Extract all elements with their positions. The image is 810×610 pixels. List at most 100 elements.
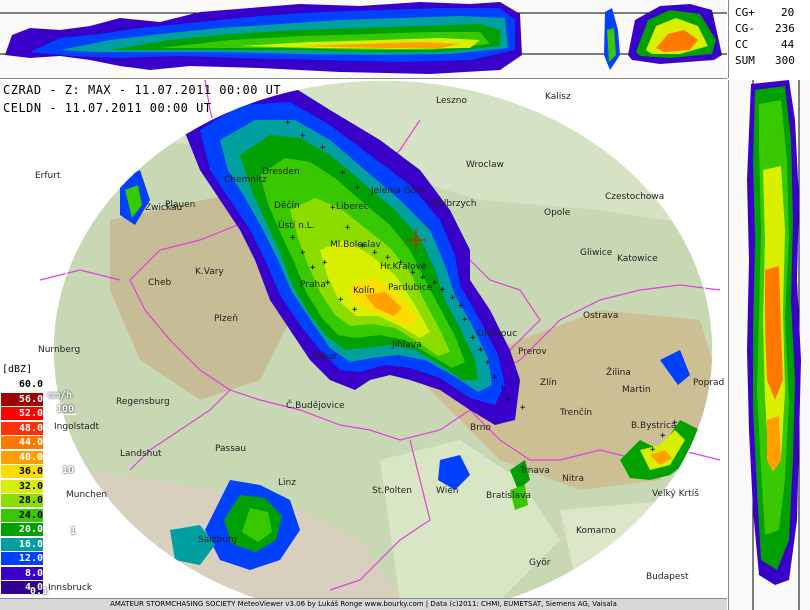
city-label: K.Vary xyxy=(195,267,224,277)
legend-level: 36.0 xyxy=(1,465,43,479)
credits-footer: AMATEUR STORMCHASING SOCIETY MeteoViewer… xyxy=(0,598,727,610)
city-label: Landshut xyxy=(120,449,162,459)
city-label: Jelenia Gora xyxy=(371,186,426,196)
side-profile-echo xyxy=(747,80,801,585)
rain-rate-label: 1 xyxy=(70,526,77,537)
lightning-strike-icon: + xyxy=(520,403,526,413)
city-label: Walbrzych xyxy=(430,199,477,209)
city-label: Katowice xyxy=(617,254,658,264)
side-profile-svg xyxy=(747,80,801,610)
city-label: Ml.Boleslav xyxy=(330,240,381,250)
city-label: Liberec xyxy=(336,202,369,212)
lightning-strike-icon: + xyxy=(485,358,491,368)
city-label: Passau xyxy=(215,444,247,454)
lightning-strike-icon: + xyxy=(450,293,456,303)
city-label: Innsbruck xyxy=(48,583,93,593)
lightning-cc-value: 44 xyxy=(781,38,795,51)
lightning-strike-icon: + xyxy=(310,263,316,273)
city-label: Budapest xyxy=(646,572,689,582)
city-label: Nitra xyxy=(562,474,584,484)
rain-rate-unit: mm/h xyxy=(48,390,73,401)
dbz-legend: [dBZ] 60.0 56.0 52.0 48.0 44.0 40.0 36.0 32.0 28… xyxy=(0,364,76,600)
city-label: Zwickau xyxy=(145,203,183,213)
lightning-strike-icon: + xyxy=(660,431,666,441)
lightning-strike-icon: + xyxy=(420,273,426,283)
city-label: Žilina xyxy=(606,368,631,378)
lightning-cg-plus-value: 20 xyxy=(781,6,795,19)
lightning-strike-icon: + xyxy=(320,143,326,153)
top-profile-svg xyxy=(0,2,727,74)
city-label: Olomouc xyxy=(477,329,518,339)
city-label: Kalisz xyxy=(545,92,571,102)
lightning-strike-icon: + xyxy=(458,301,464,311)
radar-product-title: CZRAD - Z: MAX - 11.07.2011 00:00 UT xyxy=(3,83,282,97)
lightning-product-title: CELDN - 11.07.2011 00:00 UT xyxy=(3,101,212,115)
city-label: Trenčín xyxy=(560,408,593,418)
lightning-strike-icon: + xyxy=(478,345,484,355)
top-height-profile xyxy=(0,0,727,79)
lightning-sum: SUM xyxy=(735,54,755,67)
lightning-strike-icon: + xyxy=(340,168,346,178)
lightning-strike-icon: + xyxy=(300,131,306,141)
legend-level: 44.0 xyxy=(1,436,43,450)
legend-unit: [dBZ] xyxy=(2,364,33,375)
city-label: Gliwice xyxy=(580,248,613,258)
legend-level: 8.0 xyxy=(1,566,43,581)
city-label: Praha xyxy=(300,280,326,290)
city-label: Regensburg xyxy=(116,397,170,407)
city-label: Erfurt xyxy=(35,171,61,181)
city-label: Prerov xyxy=(518,347,547,357)
city-label: Leszno xyxy=(436,96,468,106)
lightning-strike-icon: + xyxy=(338,295,344,305)
city-label: Č.Budějovice xyxy=(286,401,345,411)
city-label: Jihlava xyxy=(392,340,422,350)
lightning-sum-value: 300 xyxy=(775,54,795,67)
city-label: Ingolstadt xyxy=(54,422,100,432)
city-label: B.Bystrica xyxy=(631,421,677,431)
lightning-strike-icon: + xyxy=(650,445,656,455)
radar-map: + + + + + + + + + + + + + + + + + + + + + + + + + + + + + + + + + + + Lesz… xyxy=(0,80,727,600)
legend-level: 20.0 xyxy=(1,523,43,537)
city-label: Komarno xyxy=(576,526,616,536)
lightning-strike-icon: + xyxy=(440,285,446,295)
lightning-strike-icon: + xyxy=(462,315,468,325)
map-svg: +++++++++ + ++ + ++++++++++++++++++++++ xyxy=(39,80,721,600)
rain-rate-label: 100 xyxy=(56,404,75,415)
legend-level: 12.0 xyxy=(1,552,43,566)
city-label: Györ xyxy=(529,558,551,568)
lightning-strike-icon: + xyxy=(325,278,331,288)
lightning-strike-icon: + xyxy=(285,118,291,128)
city-label: Wien xyxy=(436,486,459,496)
city-label: St.Polten xyxy=(372,486,412,496)
lightning-cg-minus-value: 236 xyxy=(775,22,795,35)
city-label: Děčín xyxy=(274,201,300,211)
lightning-stats: CG+ 20 CG- 236 CC 44 SUM 300 xyxy=(728,0,810,78)
city-label: Ústí n.L. xyxy=(278,221,315,231)
lightning-strike-icon: + xyxy=(290,233,296,243)
city-label: Salzburg xyxy=(198,535,238,545)
city-label: Velký Krtíš xyxy=(652,489,699,499)
city-label: Hr.Kralové xyxy=(380,262,427,272)
city-label: Czestochowa xyxy=(605,192,665,202)
rain-rate-label: 10 xyxy=(62,465,75,476)
legend-level: 24.0 xyxy=(1,508,43,523)
lightning-cg-plus: CG+ xyxy=(735,6,755,19)
lightning-strike-icon: + xyxy=(345,223,351,233)
city-label: Cheb xyxy=(148,278,172,288)
side-height-profile xyxy=(728,80,810,610)
lightning-strike-icon: + xyxy=(505,395,511,405)
city-label: Ostrava xyxy=(583,311,619,321)
city-label: Plzeň xyxy=(214,314,238,324)
lightning-strike-icon: + xyxy=(492,373,498,383)
legend-level: 48.0 xyxy=(1,421,43,436)
city-label: Munchen xyxy=(66,490,108,500)
lightning-strike-icon: + xyxy=(300,248,306,258)
lightning-cc: CC xyxy=(735,38,749,51)
city-label: Poprad xyxy=(693,378,725,388)
rain-rate-label: 0.1 xyxy=(30,586,49,597)
lightning-cg-minus: CG- xyxy=(735,22,755,35)
city-label: Dresden xyxy=(262,167,300,177)
legend-level: 56.0 xyxy=(1,392,43,407)
legend-level: 52.0 xyxy=(1,407,43,421)
city-label: Zlín xyxy=(540,378,557,388)
